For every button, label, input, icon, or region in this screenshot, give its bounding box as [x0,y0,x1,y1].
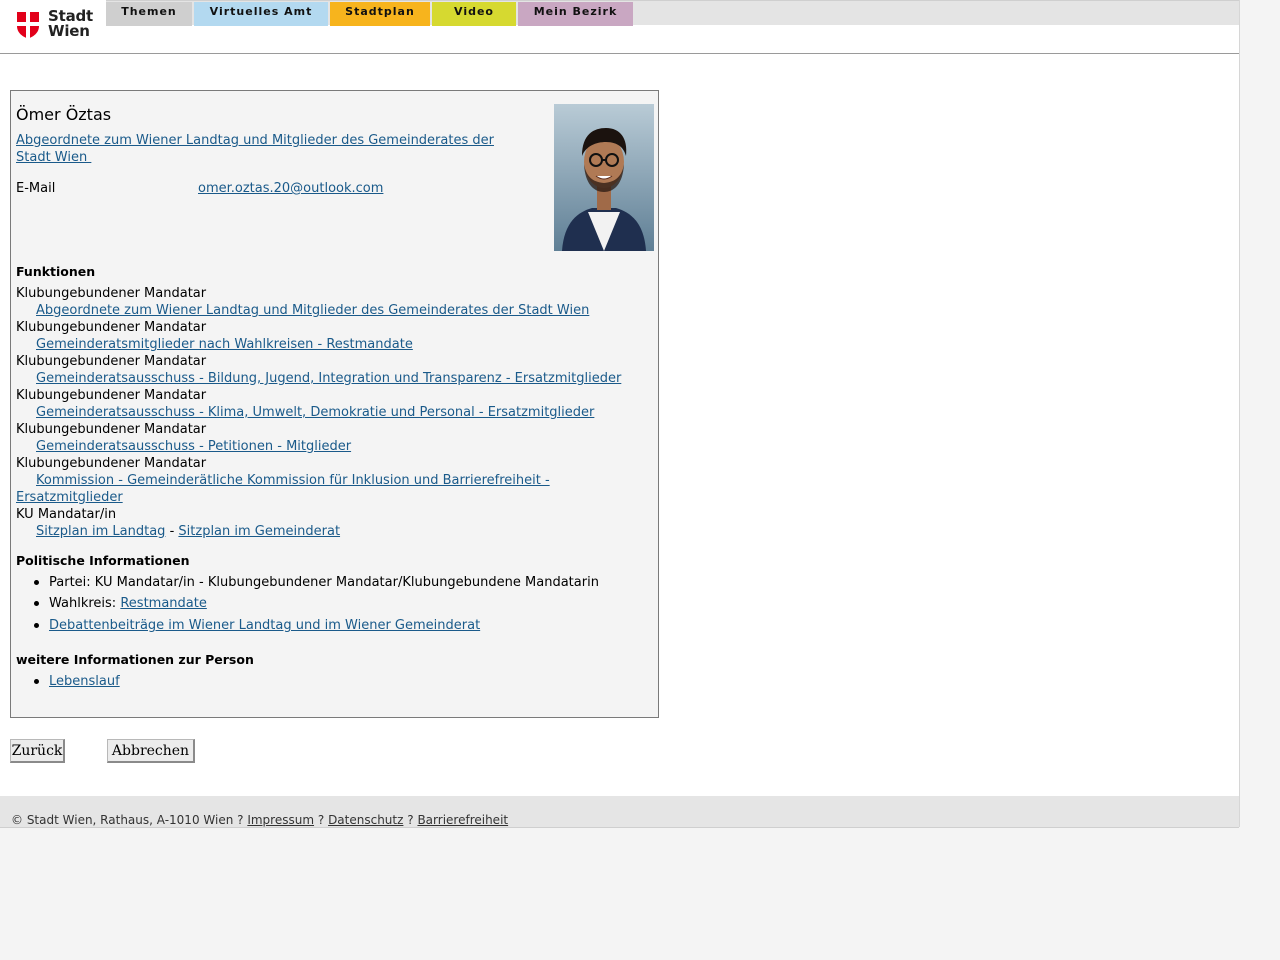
email-label: E-Mail [16,181,56,196]
imprint-link[interactable]: Impressum [247,813,314,827]
email-link[interactable]: omer.oztas.20@outlook.com [198,181,383,196]
page: Stadt Wien Themen Virtuelles Amt Stadtpl… [0,0,1240,828]
tab-virtuelles-amt[interactable]: Virtuelles Amt [194,2,328,26]
function-link[interactable]: Gemeinderatsmitglieder nach Wahlkreisen … [36,337,413,352]
person-detail-panel: Ömer Öztas Abgeordnete zum Wiener Landta… [10,90,659,718]
function-link-line-1[interactable]: Kommission - Gemeinderätliche Kommission… [36,473,550,488]
function-role: Klubungebundener Mandatar [16,388,207,403]
function-role: Klubungebundener Mandatar [16,320,207,335]
district-link[interactable]: Restmandate [120,596,207,611]
footer-separator: ? [317,813,325,827]
district-label: Wahlkreis: [49,596,117,611]
cancel-button[interactable]: Abbrechen [107,739,195,763]
party-role: KU Mandatar/in [16,507,117,522]
list-bullet [34,623,39,628]
group-link-line-2[interactable]: Stadt Wien [16,150,91,165]
footer-copyright: © Stadt Wien, Rathaus, A-1010 Wien ? [11,813,244,827]
function-link[interactable]: Abgeordnete zum Wiener Landtag und Mitgl… [36,303,589,318]
cv-link[interactable]: Lebenslauf [49,674,120,689]
seat-plan-separator: - [169,524,175,539]
footer-separator: ? [407,813,414,827]
wien-shield-icon [17,12,39,39]
political-info-title: Politische Informationen [16,553,190,568]
back-button[interactable]: Zurück [10,739,65,763]
site-footer: © Stadt Wien, Rathaus, A-1010 Wien ? Imp… [0,796,1239,828]
person-name: Ömer Öztas [16,105,112,124]
debates-link[interactable]: Debattenbeiträge im Wiener Landtag und i… [49,618,480,633]
list-bullet [34,601,39,606]
site-header: Stadt Wien Themen Virtuelles Amt Stadtpl… [0,0,1239,54]
tab-stadtplan[interactable]: Stadtplan [330,2,430,26]
function-link[interactable]: Gemeinderatsausschuss - Klima, Umwelt, D… [36,405,594,420]
tab-themen[interactable]: Themen [106,2,192,26]
tab-mein-bezirk[interactable]: Mein Bezirk [518,2,633,26]
stadt-wien-logo[interactable]: Stadt Wien [14,8,94,44]
function-role: Klubungebundener Mandatar [16,354,207,369]
function-link-line-2[interactable]: Ersatzmitglieder [16,490,123,505]
tab-video[interactable]: Video [432,2,516,26]
logo-text: Stadt Wien [48,9,93,39]
functions-title: Funktionen [16,264,96,279]
more-info-title: weitere Informationen zur Person [16,652,254,667]
function-role: Klubungebundener Mandatar [16,286,207,301]
privacy-link[interactable]: Datenschutz [328,813,403,827]
seat-plan-landtag-link[interactable]: Sitzplan im Landtag [36,524,165,539]
list-bullet [34,679,39,684]
function-link[interactable]: Gemeinderatsausschuss - Petitionen - Mit… [36,439,351,454]
portrait-photo [554,104,654,251]
party-info: Partei: KU Mandatar/in - Klubungebundene… [49,575,599,590]
seat-plan-gemeinderat-link[interactable]: Sitzplan im Gemeinderat [178,524,340,539]
function-role: Klubungebundener Mandatar [16,456,207,471]
group-link-line-1[interactable]: Abgeordnete zum Wiener Landtag und Mitgl… [16,133,494,148]
logo-line-2: Wien [48,22,90,40]
function-role: Klubungebundener Mandatar [16,422,207,437]
accessibility-link[interactable]: Barrierefreiheit [417,813,508,827]
function-link[interactable]: Gemeinderatsausschuss - Bildung, Jugend,… [36,371,621,386]
seat-plan-links: Sitzplan im Landtag - Sitzplan im Gemein… [36,524,340,539]
district-info: Wahlkreis: Restmandate [49,596,207,611]
list-bullet [34,580,39,585]
footer-links: © Stadt Wien, Rathaus, A-1010 Wien ? Imp… [11,813,508,827]
